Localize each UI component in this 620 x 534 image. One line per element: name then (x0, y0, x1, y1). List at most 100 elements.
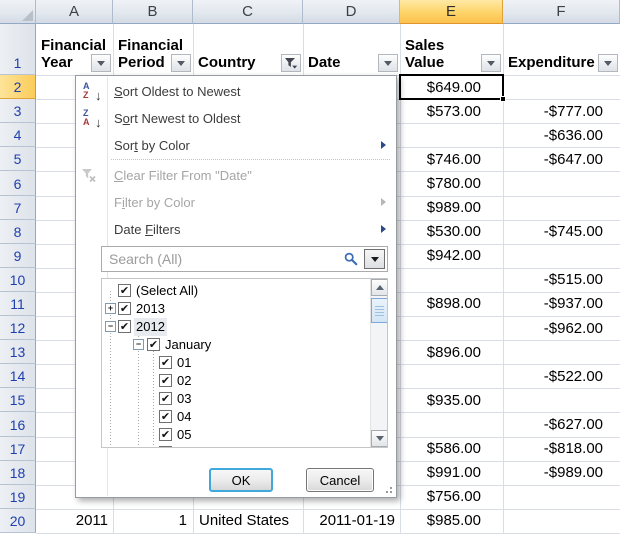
country-filter-button[interactable] (281, 54, 301, 72)
tree-scrollbar[interactable] (370, 279, 387, 447)
sort-newest-to-oldest-menu-item[interactable]: ZA↓Sort Newest to Oldest (77, 105, 395, 132)
tree-item-january[interactable]: January (163, 336, 213, 354)
sales-value-filter-button[interactable] (481, 54, 501, 72)
tree-item-02[interactable]: 02 (175, 372, 193, 390)
tree-checkbox-january[interactable]: ✔ (147, 338, 160, 351)
clear-filter-from-date-menu-item[interactable]: Clear Filter From "Date" (77, 162, 395, 189)
sort-oldest-to-newest-menu-item[interactable]: AZ↓Sort Oldest to Newest (77, 78, 395, 105)
tree-expander-plus-icon[interactable]: + (105, 303, 116, 314)
header-cell-financial-year[interactable]: FinancialYear (37, 24, 113, 75)
column-header-E[interactable]: E (400, 0, 503, 24)
row-header-6[interactable]: 6 (0, 171, 36, 195)
tree-checkbox-05[interactable]: ✔ (159, 428, 172, 441)
cell-E8[interactable]: $530.00 (401, 220, 502, 244)
ok-button[interactable]: OK (209, 468, 273, 492)
tree-item-2012[interactable]: 2012 (134, 318, 167, 336)
tree-checkbox-03[interactable]: ✔ (159, 392, 172, 405)
cell-E5[interactable]: $746.00 (401, 147, 502, 171)
cell-F16[interactable]: -$627.00 (504, 412, 619, 436)
cell-F4[interactable]: -$636.00 (504, 123, 619, 147)
scroll-thumb[interactable] (371, 298, 388, 323)
cell-E15[interactable]: $935.00 (401, 388, 502, 412)
cell-E13[interactable]: $896.00 (401, 340, 502, 364)
cell-F5[interactable]: -$647.00 (504, 147, 619, 171)
row-header-17[interactable]: 17 (0, 437, 36, 461)
header-cell-sales-value[interactable]: SalesValue (401, 24, 503, 75)
cell-E6[interactable]: $780.00 (401, 171, 502, 195)
financial-year-filter-button[interactable] (91, 54, 111, 72)
tree-checkbox-2013[interactable]: ✔ (118, 302, 131, 315)
cell-F10[interactable]: -$515.00 (504, 268, 619, 292)
row-header-4[interactable]: 4 (0, 123, 36, 147)
cell-F18[interactable]: -$989.00 (504, 461, 619, 485)
tree-checkbox-select-all[interactable]: ✔ (118, 284, 131, 297)
cell-C20[interactable]: United States (194, 509, 302, 533)
column-header-C[interactable]: C (193, 0, 303, 24)
cell-D20[interactable]: 2011-01-19 (304, 509, 399, 533)
row-header-18[interactable]: 18 (0, 461, 36, 485)
cell-A20[interactable]: 2011 (37, 509, 112, 533)
cell-B20[interactable]: 1 (114, 509, 192, 533)
cell-F14[interactable]: -$522.00 (504, 364, 619, 388)
row-header-7[interactable]: 7 (0, 196, 36, 220)
sort-by-color-menu-item[interactable]: Sort by Color (77, 132, 395, 159)
row-header-9[interactable]: 9 (0, 244, 36, 268)
header-cell-country[interactable]: Country (194, 24, 303, 75)
tree-item-04[interactable]: 04 (175, 408, 193, 426)
cell-E11[interactable]: $898.00 (401, 292, 502, 316)
tree-item-select-all[interactable]: (Select All) (134, 282, 200, 300)
row-header-5[interactable]: 5 (0, 147, 36, 171)
cell-F17[interactable]: -$818.00 (504, 437, 619, 461)
column-header-D[interactable]: D (303, 0, 400, 24)
select-all-corner[interactable] (0, 0, 36, 24)
row-header-15[interactable]: 15 (0, 388, 36, 412)
scroll-up-button[interactable] (371, 279, 388, 296)
cell-E3[interactable]: $573.00 (401, 99, 502, 123)
fill-handle[interactable] (500, 96, 506, 102)
tree-checkbox-01[interactable]: ✔ (159, 356, 172, 369)
tree-checkbox-partial[interactable]: ✔ (159, 446, 172, 448)
row-header-2[interactable]: 2 (0, 75, 36, 99)
cell-F12[interactable]: -$962.00 (504, 316, 619, 340)
row-header-20[interactable]: 20 (0, 509, 36, 533)
selected-cell-E2[interactable] (399, 74, 504, 100)
header-cell-date[interactable]: Date (304, 24, 400, 75)
tree-item-01[interactable]: 01 (175, 354, 193, 372)
tree-checkbox-2012[interactable]: ✔ (118, 320, 131, 333)
row-header-12[interactable]: 12 (0, 316, 36, 340)
expenditure-filter-button[interactable] (598, 54, 618, 72)
cancel-button[interactable]: Cancel (306, 468, 374, 492)
header-cell-financial-period[interactable]: FinancialPeriod (114, 24, 193, 75)
cell-E7[interactable]: $989.00 (401, 196, 502, 220)
financial-period-filter-button[interactable] (171, 54, 191, 72)
tree-checkbox-04[interactable]: ✔ (159, 410, 172, 423)
tree-item-05[interactable]: 05 (175, 426, 193, 444)
row-header-19[interactable]: 19 (0, 485, 36, 509)
column-header-B[interactable]: B (113, 0, 193, 24)
cell-F3[interactable]: -$777.00 (504, 99, 619, 123)
row-header-10[interactable]: 10 (0, 268, 36, 292)
row-header-1[interactable]: 1 (0, 24, 36, 75)
header-cell-expenditure[interactable]: Expenditure (504, 24, 620, 75)
tree-checkbox-02[interactable]: ✔ (159, 374, 172, 387)
cell-E9[interactable]: $942.00 (401, 244, 502, 268)
tree-item-03[interactable]: 03 (175, 390, 193, 408)
search-dropdown-button[interactable] (364, 249, 385, 269)
scroll-down-button[interactable] (371, 430, 388, 447)
filter-by-color-menu-item[interactable]: Filter by Color (77, 189, 395, 216)
tree-item-2013[interactable]: 2013 (134, 300, 167, 318)
cell-E17[interactable]: $586.00 (401, 437, 502, 461)
row-header-13[interactable]: 13 (0, 340, 36, 364)
row-header-8[interactable]: 8 (0, 220, 36, 244)
cell-E20[interactable]: $985.00 (401, 509, 502, 533)
column-header-A[interactable]: A (36, 0, 113, 24)
cell-E18[interactable]: $991.00 (401, 461, 502, 485)
row-header-16[interactable]: 16 (0, 412, 36, 436)
tree-expander-minus-icon[interactable]: − (133, 339, 144, 350)
date-filters-menu-item[interactable]: Date Filters (77, 216, 395, 243)
row-header-3[interactable]: 3 (0, 99, 36, 123)
tree-expander-minus-icon[interactable]: − (105, 321, 116, 332)
row-header-11[interactable]: 11 (0, 292, 36, 316)
cell-F11[interactable]: -$937.00 (504, 292, 619, 316)
cell-F8[interactable]: -$745.00 (504, 220, 619, 244)
